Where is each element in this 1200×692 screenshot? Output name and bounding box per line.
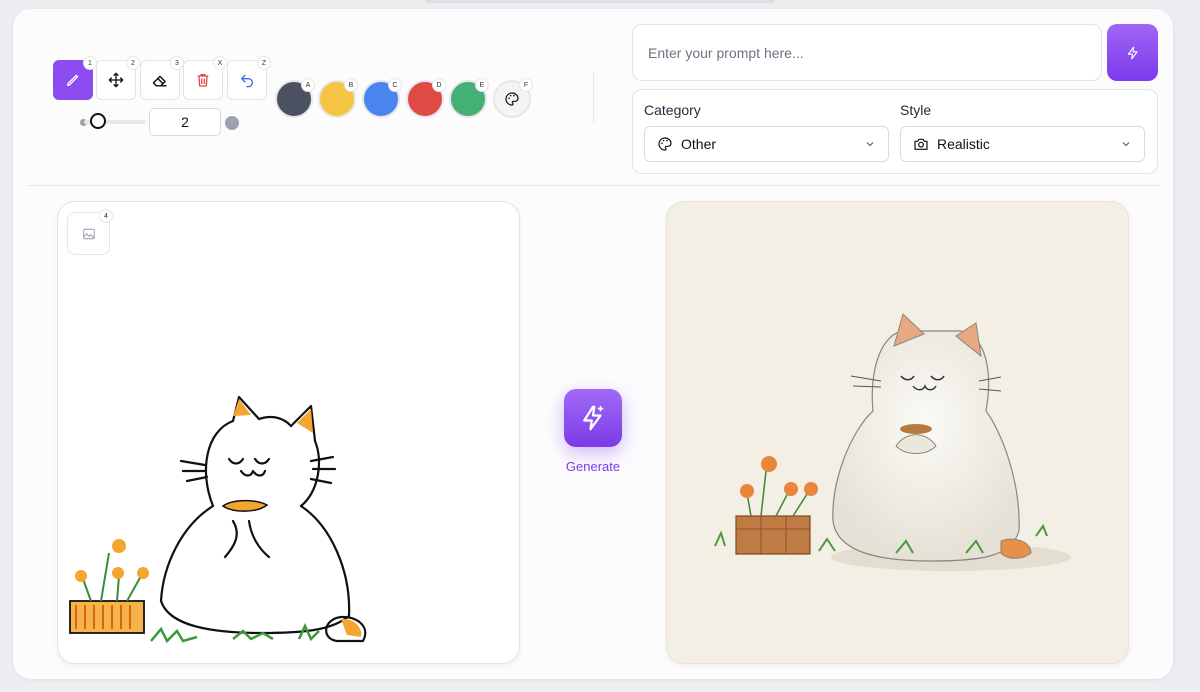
move-icon bbox=[108, 72, 124, 88]
toolbar-divider bbox=[593, 72, 594, 124]
upload-image-button[interactable]: 4 bbox=[67, 209, 113, 255]
custom-color-button[interactable]: F bbox=[493, 78, 533, 118]
color-swatch-red[interactable]: D bbox=[406, 78, 446, 118]
category-select[interactable]: Other bbox=[644, 126, 889, 162]
cat-sketch bbox=[69, 395, 367, 644]
generated-image bbox=[666, 201, 1129, 664]
category-value: Other bbox=[681, 136, 717, 152]
generated-cat-illustration bbox=[714, 313, 1071, 571]
generate-label: Generate bbox=[565, 459, 621, 474]
brush-icon bbox=[67, 74, 79, 86]
camera-icon bbox=[914, 138, 928, 150]
shortcut-badge: E bbox=[475, 78, 489, 92]
eraser-icon bbox=[152, 75, 167, 87]
chevron-down-icon bbox=[866, 142, 874, 147]
shortcut-badge: A bbox=[301, 78, 315, 92]
shortcut-badge: 3 bbox=[170, 56, 184, 70]
clear-canvas-button[interactable]: X bbox=[183, 56, 227, 100]
lightning-icon bbox=[1127, 46, 1138, 59]
chevron-down-icon bbox=[1122, 142, 1130, 147]
shortcut-badge: B bbox=[344, 78, 358, 92]
style-label: Style bbox=[900, 102, 932, 118]
lightning-sparkle-icon bbox=[583, 405, 604, 431]
shortcut-badge: X bbox=[213, 56, 227, 70]
color-swatch-green[interactable]: E bbox=[449, 78, 489, 118]
shortcut-badge: 4 bbox=[99, 209, 113, 223]
eraser-tool-button[interactable]: 3 bbox=[140, 56, 184, 100]
section-divider bbox=[28, 185, 1160, 186]
prompt-input[interactable] bbox=[632, 24, 1102, 81]
shortcut-badge: F bbox=[519, 78, 533, 92]
shortcut-badge: D bbox=[432, 78, 446, 92]
shortcut-badge: C bbox=[388, 78, 402, 92]
trash-icon bbox=[197, 74, 209, 87]
style-value: Realistic bbox=[937, 136, 990, 152]
color-swatch-yellow[interactable]: B bbox=[318, 78, 358, 118]
shortcut-badge: 2 bbox=[126, 56, 140, 70]
category-label: Category bbox=[644, 102, 701, 118]
undo-button[interactable]: Z bbox=[227, 56, 271, 100]
color-swatch-blue[interactable]: C bbox=[362, 78, 402, 118]
color-swatch-dark-gray[interactable]: A bbox=[275, 78, 315, 118]
palette-icon bbox=[505, 92, 519, 106]
image-icon bbox=[82, 228, 95, 239]
move-tool-button[interactable]: 2 bbox=[96, 56, 140, 100]
palette-icon bbox=[658, 137, 672, 151]
brush-size-input[interactable] bbox=[149, 108, 221, 136]
style-select[interactable]: Realistic bbox=[900, 126, 1145, 162]
shortcut-badge: Z bbox=[257, 56, 271, 70]
prompt-submit-button[interactable] bbox=[1107, 24, 1158, 81]
drawing-canvas[interactable] bbox=[57, 201, 520, 664]
shortcut-badge: 1 bbox=[83, 56, 97, 70]
generate-button[interactable] bbox=[564, 389, 622, 447]
brush-tool-button[interactable]: 1 bbox=[53, 56, 97, 100]
brush-size-preview bbox=[225, 116, 239, 130]
top-edge bbox=[425, 0, 775, 3]
undo-icon bbox=[241, 74, 253, 88]
brush-size-slider-thumb[interactable] bbox=[90, 113, 106, 129]
